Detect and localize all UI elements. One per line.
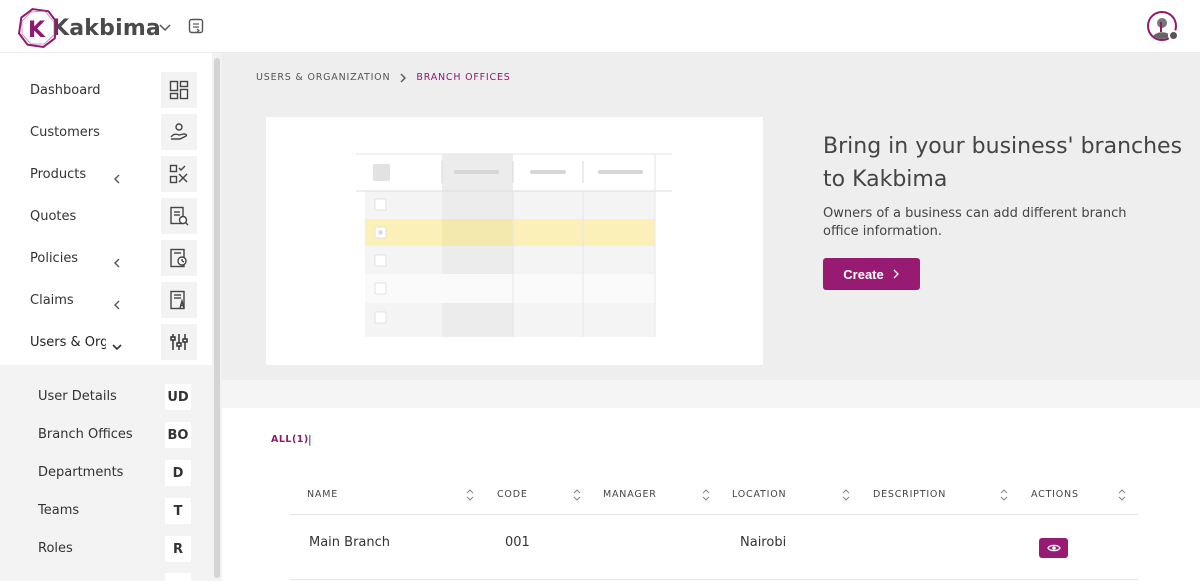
submenu-item-partial xyxy=(165,573,191,581)
collapse-chevron-icon[interactable] xyxy=(158,19,172,33)
chevron-left-icon xyxy=(112,169,122,184)
submenu-item-abbr: T xyxy=(165,498,191,524)
chevron-down-icon xyxy=(112,337,122,351)
sidebar-item-dashboard[interactable]: Dashboard xyxy=(0,71,210,109)
filter-separator: | xyxy=(308,433,312,446)
toggle-sidebar-icon[interactable] xyxy=(188,18,204,34)
sort-icon[interactable] xyxy=(466,488,474,502)
users-org-submenu: User Details UD Branch Offices BO Depart… xyxy=(0,365,212,581)
sidebar-item-users-organization[interactable]: Users & Organization xyxy=(0,323,210,361)
logo-text: Kakbima xyxy=(52,15,161,41)
submenu-item-user-details[interactable]: User Details UD xyxy=(0,382,212,412)
users-org-icon xyxy=(161,324,197,360)
submenu-item-abbr: BO xyxy=(165,422,191,448)
hero-title: Bring in your business' branches to Kakb… xyxy=(823,134,1183,192)
chevron-right-icon xyxy=(400,73,407,82)
submenu-item-label: Roles xyxy=(38,541,73,556)
products-icon xyxy=(161,156,197,192)
cell-name: Main Branch xyxy=(309,535,391,550)
chevron-left-icon xyxy=(112,253,122,268)
column-header-manager[interactable]: MANAGER xyxy=(603,489,657,500)
chevron-right-icon xyxy=(893,269,899,279)
sidebar-item-customers[interactable]: Customers xyxy=(0,113,210,151)
breadcrumb: USERS & ORGANIZATION BRANCH OFFICES xyxy=(256,72,511,83)
submenu-item-label: User Details xyxy=(38,389,117,404)
sidebar-item-label: Products xyxy=(30,166,87,182)
submenu-item-label: Teams xyxy=(38,503,80,518)
column-header-description[interactable]: DESCRIPTION xyxy=(873,489,946,500)
column-header-code[interactable]: CODE xyxy=(497,489,528,500)
column-header-actions[interactable]: ACTIONS xyxy=(1031,489,1079,500)
sidebar-item-label: Customers xyxy=(30,124,100,140)
view-button[interactable] xyxy=(1039,538,1068,558)
sort-icon[interactable] xyxy=(1118,488,1126,502)
customers-icon xyxy=(161,114,197,150)
column-header-name[interactable]: NAME xyxy=(307,489,338,500)
hero-description: Owners of a business can add different b… xyxy=(823,206,1127,239)
svg-text:K: K xyxy=(28,18,46,43)
sidebar-item-policies[interactable]: Policies xyxy=(0,239,210,277)
sidebar-item-products[interactable]: Products xyxy=(0,155,210,193)
cell-code: 001 xyxy=(505,535,530,550)
submenu-item-abbr: R xyxy=(165,536,191,562)
submenu-item-label: Departments xyxy=(38,465,124,480)
filter-tab-all[interactable]: ALL(1) xyxy=(271,434,309,445)
breadcrumb-current: BRANCH OFFICES xyxy=(416,72,511,83)
sidebar-item-quotes[interactable]: Quotes xyxy=(0,197,210,235)
sidebar-item-label: Users & Organization xyxy=(30,334,106,350)
submenu-item-abbr: D xyxy=(165,460,191,486)
table-header-divider xyxy=(290,514,1138,515)
sort-icon[interactable] xyxy=(842,488,850,502)
sidebar-item-label: Policies xyxy=(30,250,79,266)
sort-icon[interactable] xyxy=(702,488,710,502)
create-button[interactable]: Create xyxy=(823,258,920,290)
eye-icon xyxy=(1046,544,1061,552)
kakbima-logo[interactable]: K Kakbima xyxy=(18,8,161,48)
table-illustration xyxy=(266,117,763,365)
sort-icon[interactable] xyxy=(1000,488,1008,502)
top-bar: K Kakbima xyxy=(0,0,1200,53)
status-indicator xyxy=(1168,30,1179,41)
sort-icon[interactable] xyxy=(573,488,581,502)
sidebar-item-claims[interactable]: Claims xyxy=(0,281,210,319)
breadcrumb-parent[interactable]: USERS & ORGANIZATION xyxy=(256,72,390,83)
sidebar-item-label: Dashboard xyxy=(30,82,101,98)
quotes-icon xyxy=(161,198,197,234)
submenu-item-branch-offices[interactable]: Branch Offices BO xyxy=(0,420,212,450)
cell-location: Nairobi xyxy=(740,535,787,550)
submenu-item-departments[interactable]: Departments D xyxy=(0,458,212,488)
policies-icon xyxy=(161,240,197,276)
dashboard-icon xyxy=(161,72,197,108)
section-divider xyxy=(222,380,1200,408)
submenu-item-teams[interactable]: Teams T xyxy=(0,496,212,526)
submenu-item-abbr: UD xyxy=(165,384,191,410)
submenu-item-roles[interactable]: Roles R xyxy=(0,534,212,564)
column-header-location[interactable]: LOCATION xyxy=(732,489,786,500)
sidebar-item-label: Quotes xyxy=(30,208,77,224)
sidebar-scrollbar-thumb[interactable] xyxy=(214,58,220,578)
submenu-item-label: Branch Offices xyxy=(38,427,133,442)
sidebar-item-label: Claims xyxy=(30,292,74,308)
logo-mark-icon: K xyxy=(18,8,58,48)
table-row-divider xyxy=(290,579,1138,580)
claims-icon xyxy=(161,282,197,318)
create-button-label: Create xyxy=(843,266,884,282)
chevron-left-icon xyxy=(112,295,122,310)
